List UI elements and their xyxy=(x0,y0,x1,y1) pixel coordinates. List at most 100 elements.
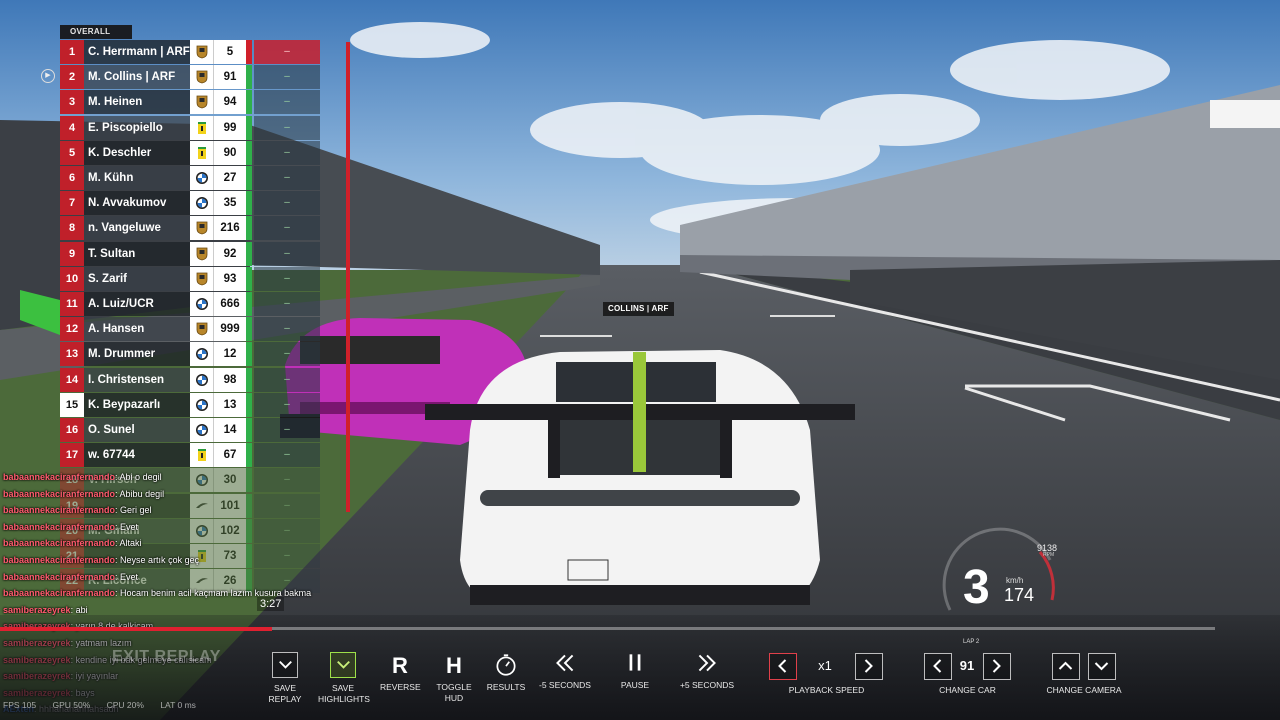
standings-row[interactable]: 9 T. Sultan 92– xyxy=(60,241,322,266)
standings-row[interactable]: 3 M. Heinen 94– xyxy=(60,90,322,115)
results-label: RESULTS xyxy=(486,682,526,692)
toggle-hud-button[interactable]: H TOGGLE HUD xyxy=(434,652,474,704)
position-number: 14 xyxy=(60,367,84,392)
status-bar xyxy=(246,140,252,165)
standings-row[interactable]: 8 n. Vangeluwe 216– xyxy=(60,216,322,241)
previous-car-button[interactable] xyxy=(924,653,952,680)
standings-row[interactable]: 7 N. Avvakumov 35– xyxy=(60,191,322,216)
car-number: 73 xyxy=(214,544,246,568)
bmw-logo-icon xyxy=(190,418,214,442)
camera-down-button[interactable] xyxy=(1088,653,1116,680)
status-bar xyxy=(246,443,252,468)
standings-row[interactable]: 15 K. Beypazarlı 13– xyxy=(60,392,322,417)
camera-up-button[interactable] xyxy=(1052,653,1080,680)
status-bar xyxy=(246,468,252,493)
chevron-down-icon xyxy=(1094,662,1109,671)
chat-username: babaannekaciranfernando xyxy=(3,488,116,499)
status-bar xyxy=(246,544,252,568)
save-highlights-button[interactable]: SAVE HIGHLIGHTS xyxy=(318,652,370,705)
speed-increase-button[interactable] xyxy=(855,653,883,680)
porsche-logo-icon xyxy=(190,241,214,266)
porsche-logo-icon xyxy=(190,266,214,291)
standings-row[interactable]: 13 M. Drummer 12– xyxy=(60,342,322,367)
bmw-logo-icon xyxy=(190,392,214,417)
gap-value: – xyxy=(254,317,320,342)
save-replay-button[interactable]: SAVE REPLAY xyxy=(264,652,306,705)
results-button[interactable]: RESULTS xyxy=(486,652,526,693)
change-camera-label: CHANGE CAMERA xyxy=(1046,685,1122,695)
bmw-logo-icon xyxy=(190,166,214,190)
position-number: 6 xyxy=(60,166,84,190)
playback-speed-label: PLAYBACK SPEED xyxy=(788,685,865,695)
car-number: 216 xyxy=(214,216,246,241)
status-bar xyxy=(246,65,252,90)
bmw-logo-icon xyxy=(190,468,214,493)
pause-button[interactable]: PAUSE xyxy=(615,650,655,691)
driver-name: S. Zarif xyxy=(84,266,190,291)
standings-row[interactable]: 17 w. 67744 67– xyxy=(60,443,322,468)
gap-value: – xyxy=(254,518,320,543)
standings-row[interactable]: 10 S. Zarif 93– xyxy=(60,266,322,291)
car-number: 999 xyxy=(214,317,246,342)
forward-5-seconds-button[interactable]: +5 SECONDS xyxy=(678,650,736,691)
chat-username: babaannekaciranfernando xyxy=(3,521,116,532)
standings-row[interactable]: 5 K. Deschler 90– xyxy=(60,140,322,165)
position-number: 4 xyxy=(60,115,84,140)
car-number: 102 xyxy=(214,518,246,543)
standings-header: OVERALL xyxy=(60,25,132,39)
chat-text: : Neyse artık çok geç xyxy=(115,555,200,565)
standings-row[interactable]: 1 C. Herrmann | ARF 5– xyxy=(60,40,322,64)
car-number: 92 xyxy=(214,241,246,266)
next-car-button[interactable] xyxy=(983,653,1011,680)
chat-text: : Evet xyxy=(115,571,139,582)
standings-row[interactable]: 4 E. Piscopiello 99– xyxy=(60,115,322,140)
chevron-left-icon xyxy=(778,659,787,673)
position-number: 7 xyxy=(60,191,84,216)
gap-value: – xyxy=(254,367,320,392)
speed-decrease-button[interactable] xyxy=(769,653,797,680)
gap-value: – xyxy=(254,90,320,115)
performance-stats: FPS 105 GPU 50% CPU 20% LAT 0 ms xyxy=(3,700,210,710)
replay-time: 3:27 xyxy=(257,597,285,611)
driver-name: w. 67744 xyxy=(84,443,190,468)
gap-value: – xyxy=(254,392,320,417)
gap-value: – xyxy=(254,443,320,468)
car-number: 14 xyxy=(214,418,246,442)
standings-row[interactable]: 2 M. Collins | ARF 91– xyxy=(60,65,322,90)
status-bar xyxy=(246,40,252,64)
reverse-icon: R xyxy=(392,653,408,678)
position-number: 15 xyxy=(60,392,84,417)
driver-name: n. Vangeluwe xyxy=(84,216,190,241)
standings-row[interactable]: 14 I. Christensen 98– xyxy=(60,367,322,392)
chat-text: : Abi o degil xyxy=(115,472,162,482)
chat-text: : Abibu degil xyxy=(115,488,165,499)
save-replay-label: SAVE REPLAY xyxy=(268,683,302,704)
rewind-5-seconds-button[interactable]: -5 SECONDS xyxy=(537,650,593,691)
latency-stat: LAT 0 ms xyxy=(160,700,196,710)
status-bar xyxy=(246,292,252,316)
position-number: 5 xyxy=(60,140,84,165)
toggle-hud-label: TOGGLE HUD xyxy=(436,682,472,703)
playback-speed-value: x1 xyxy=(818,658,832,673)
gap-value: – xyxy=(254,493,320,518)
exit-replay-label[interactable]: EXIT REPLAY xyxy=(112,648,221,666)
driver-name: M. Collins | ARF xyxy=(84,65,190,90)
replay-timeline-progress xyxy=(0,627,272,631)
reverse-button[interactable]: R REVERSE xyxy=(380,652,421,693)
gap-value: – xyxy=(254,140,320,165)
reverse-label: REVERSE xyxy=(380,682,421,692)
car-number: 101 xyxy=(214,493,246,518)
fast-forward-icon xyxy=(678,650,736,678)
position-number: 12 xyxy=(60,317,84,342)
hud-icon: H xyxy=(446,653,462,678)
standings-row[interactable]: 12 A. Hansen 999– xyxy=(60,317,322,342)
rewind-label: -5 SECONDS xyxy=(539,680,591,690)
chat-message: babaannekaciranfernando: Evet xyxy=(3,570,138,585)
gap-value: – xyxy=(254,241,320,266)
car-number: 98 xyxy=(214,367,246,392)
standings-row[interactable]: 16 O. Sunel 14– xyxy=(60,418,322,442)
gap-value: – xyxy=(254,266,320,291)
chat-text: : Geri gel xyxy=(115,505,152,516)
standings-row[interactable]: 6 M. Kühn 27– xyxy=(60,166,322,190)
standings-row[interactable]: 11 A. Luiz/UCR 666– xyxy=(60,292,322,316)
